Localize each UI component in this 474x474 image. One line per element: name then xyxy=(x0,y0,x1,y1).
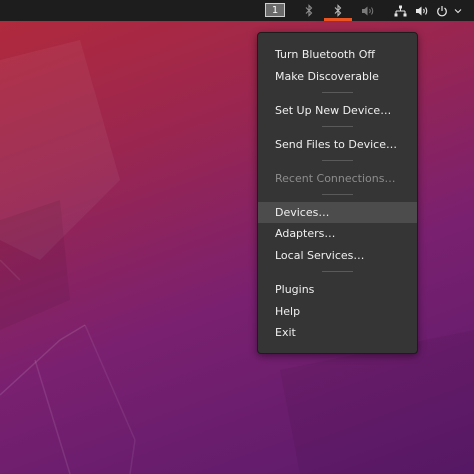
top-panel: 1 xyxy=(0,0,474,21)
menu-item-turn-bluetooth-off[interactable]: Turn Bluetooth Off xyxy=(258,44,417,65)
volume-muted-icon[interactable] xyxy=(360,3,376,18)
menu-item-make-discoverable[interactable]: Make Discoverable xyxy=(258,66,417,87)
menu-item-send-files[interactable]: Send Files to Device… xyxy=(258,134,417,155)
menu-separator xyxy=(322,126,353,127)
menu-item-set-up-new-device[interactable]: Set Up New Device… xyxy=(258,100,417,121)
chevron-down-icon[interactable] xyxy=(452,3,464,18)
active-indicator xyxy=(324,18,352,21)
menu-item-help[interactable]: Help xyxy=(258,301,417,322)
bluetooth-menu: Turn Bluetooth Off Make Discoverable Set… xyxy=(257,32,418,354)
volume-icon[interactable] xyxy=(414,3,430,18)
menu-separator xyxy=(322,160,353,161)
power-icon[interactable] xyxy=(435,3,449,18)
network-icon[interactable] xyxy=(393,3,407,18)
menu-item-devices[interactable]: Devices… xyxy=(258,202,417,223)
menu-item-local-services[interactable]: Local Services… xyxy=(258,245,417,266)
workspace-indicator[interactable]: 1 xyxy=(265,3,285,17)
menu-item-plugins[interactable]: Plugins xyxy=(258,279,417,300)
menu-item-recent-connections: Recent Connections… xyxy=(275,172,396,185)
menu-separator xyxy=(322,92,353,93)
bluetooth-active-icon[interactable] xyxy=(331,3,345,18)
menu-separator xyxy=(322,271,353,272)
menu-separator xyxy=(322,194,353,195)
menu-item-adapters[interactable]: Adapters… xyxy=(258,223,417,244)
menu-item-exit[interactable]: Exit xyxy=(258,322,417,343)
bluetooth-icon[interactable] xyxy=(302,3,316,18)
